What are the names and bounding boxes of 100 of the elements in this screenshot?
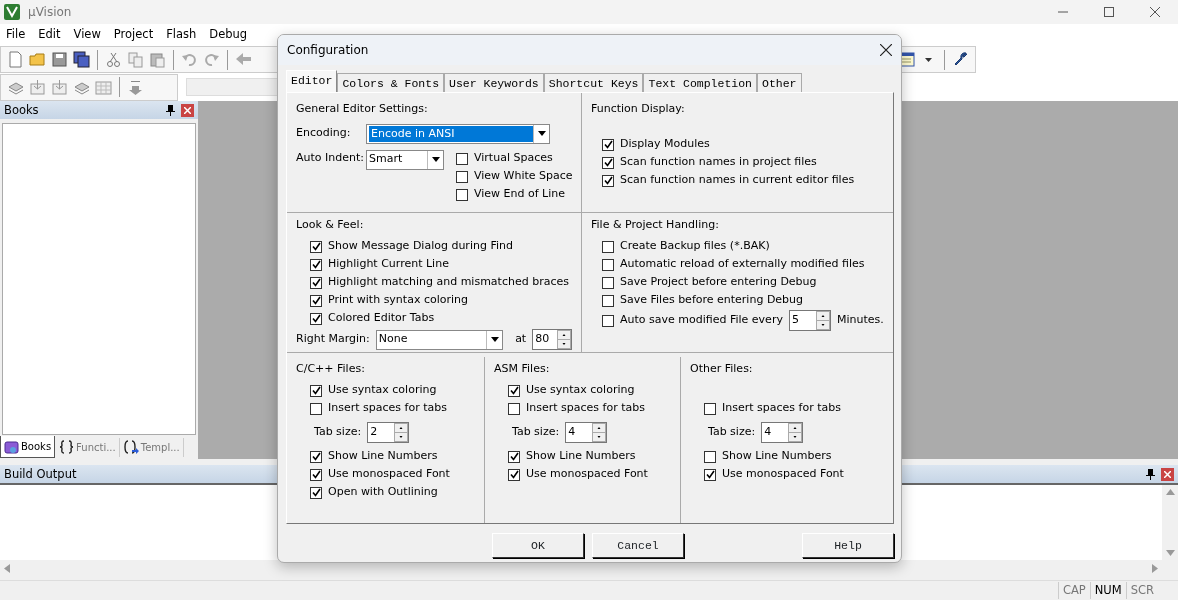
- section-heading: File & Project Handling:: [591, 217, 720, 233]
- checkbox[interactable]: [310, 450, 322, 463]
- checkbox-label: Scan function names in project files: [620, 154, 817, 171]
- section-heading: Other Files:: [690, 361, 754, 377]
- field-label: Minutes.: [836, 312, 884, 329]
- spin-buttons-icon[interactable]: [592, 423, 607, 442]
- checkbox[interactable]: [310, 258, 322, 271]
- section-heading: General Editor Settings:: [296, 101, 429, 117]
- checkbox[interactable]: [456, 170, 468, 183]
- checkbox[interactable]: [456, 152, 468, 165]
- field-label: Tab size:: [314, 424, 362, 441]
- checkbox[interactable]: [310, 402, 322, 415]
- load-icon[interactable]: [127, 78, 144, 96]
- maximize-icon[interactable]: [1104, 7, 1114, 17]
- checkbox[interactable]: [602, 138, 614, 151]
- checkbox[interactable]: [704, 450, 716, 463]
- dialog-button[interactable]: Help: [802, 533, 894, 558]
- dialog-tab[interactable]: Other: [757, 73, 802, 92]
- checkbox[interactable]: [602, 294, 614, 307]
- spin-buttons-icon[interactable]: [394, 423, 409, 442]
- checkbox[interactable]: [310, 294, 322, 307]
- dialog-tab[interactable]: Shortcut Keys: [543, 73, 644, 92]
- download-tray-icon[interactable]: [51, 78, 68, 96]
- checkbox[interactable]: [310, 486, 322, 499]
- cut-icon[interactable]: [105, 51, 122, 69]
- checkbox[interactable]: [310, 240, 322, 253]
- checkbox[interactable]: [602, 258, 614, 271]
- menu-item[interactable]: Debug: [209, 26, 255, 44]
- pin-icon[interactable]: [1146, 468, 1155, 480]
- checkbox[interactable]: [508, 384, 520, 397]
- margin-dropdown[interactable]: None: [375, 329, 504, 350]
- pin-icon[interactable]: [166, 104, 175, 116]
- spin-field[interactable]: 5: [788, 310, 831, 331]
- spin-field[interactable]: 4: [761, 422, 804, 443]
- checkbox[interactable]: [508, 450, 520, 463]
- save-icon[interactable]: [51, 51, 68, 69]
- spin-buttons-icon[interactable]: [788, 423, 803, 442]
- dialog-tab[interactable]: Editor: [286, 70, 338, 92]
- close-icon: [184, 106, 191, 114]
- checkbox-label: Automatic reload of externally modified files: [620, 256, 865, 273]
- checkmark-icon: [509, 386, 519, 395]
- section-heading: ASM Files:: [494, 361, 551, 377]
- checkbox[interactable]: [310, 312, 322, 325]
- menu-item[interactable]: File: [6, 26, 33, 44]
- download-tray-icon[interactable]: [29, 78, 46, 96]
- checkbox[interactable]: [602, 156, 614, 169]
- dialog-button[interactable]: OK: [492, 533, 584, 558]
- menu-item[interactable]: Project: [113, 26, 161, 44]
- checkbox-label: Show Line Numbers: [328, 448, 438, 465]
- checkbox-label: Display Modules: [620, 136, 710, 153]
- spin-buttons-icon[interactable]: [557, 330, 571, 349]
- dialog-tab[interactable]: User Keywords: [444, 73, 544, 92]
- checkbox-label: Colored Editor Tabs: [328, 310, 435, 327]
- close-icon[interactable]: [880, 44, 892, 56]
- checkbox[interactable]: [508, 402, 520, 415]
- checkbox[interactable]: [456, 188, 468, 201]
- status-indicator: SCR: [1125, 581, 1158, 600]
- checkbox[interactable]: [704, 468, 716, 481]
- checkmark-icon: [311, 386, 321, 395]
- field-label: Encoding:: [296, 125, 352, 142]
- checkbox[interactable]: [602, 276, 614, 289]
- field-label: Tab size:: [512, 424, 560, 441]
- checkbox-label: Use monospaced Font: [722, 466, 844, 483]
- encoding-dropdown[interactable]: Encode in ANSI: [366, 123, 550, 144]
- panel-tab[interactable]: Functi...: [56, 437, 120, 457]
- checkbox[interactable]: [310, 276, 322, 289]
- close-icon[interactable]: [1150, 7, 1160, 17]
- dialog-button[interactable]: Cancel: [592, 533, 684, 558]
- spin-field[interactable]: 4: [565, 422, 608, 443]
- checkbox-label: View White Space: [474, 168, 573, 185]
- checkbox[interactable]: [508, 468, 520, 481]
- checkbox-label: Show Line Numbers: [722, 448, 832, 465]
- checkmark-icon: [705, 470, 715, 479]
- dialog-tab[interactable]: Colors & Fonts: [337, 73, 445, 92]
- dropdown-arrow-icon: [431, 157, 440, 162]
- menu-item[interactable]: Edit: [38, 26, 68, 44]
- spin-field[interactable]: 2: [367, 422, 410, 443]
- checkbox[interactable]: [602, 314, 614, 327]
- menu-item[interactable]: Flash: [166, 26, 204, 44]
- panel-title: Books: [4, 101, 39, 119]
- indent-dropdown[interactable]: Smart: [366, 149, 444, 170]
- menu-item[interactable]: View: [73, 26, 108, 44]
- checkbox[interactable]: [704, 402, 716, 415]
- checkbox[interactable]: [310, 468, 322, 481]
- close-button[interactable]: [1161, 467, 1174, 481]
- panel-tab[interactable]: Templ...: [120, 437, 184, 457]
- checkbox[interactable]: [602, 174, 614, 187]
- save-all-icon[interactable]: [73, 51, 90, 69]
- panel-tab[interactable]: Books: [0, 436, 56, 459]
- close-button[interactable]: [181, 103, 194, 117]
- checkbox-label: Show Line Numbers: [526, 448, 636, 465]
- spin-buttons-icon[interactable]: [815, 311, 830, 330]
- close-icon: [1164, 470, 1171, 478]
- dialog-tab[interactable]: Text Completion: [643, 73, 757, 92]
- checkbox[interactable]: [310, 384, 322, 397]
- spin-field[interactable]: 80: [532, 329, 572, 350]
- checkbox[interactable]: [602, 240, 614, 253]
- checkbox-label: Highlight Current Line: [328, 256, 449, 273]
- checkbox-label: Save Project before entering Debug: [620, 274, 817, 291]
- checkbox-label: Use syntax coloring: [526, 382, 635, 399]
